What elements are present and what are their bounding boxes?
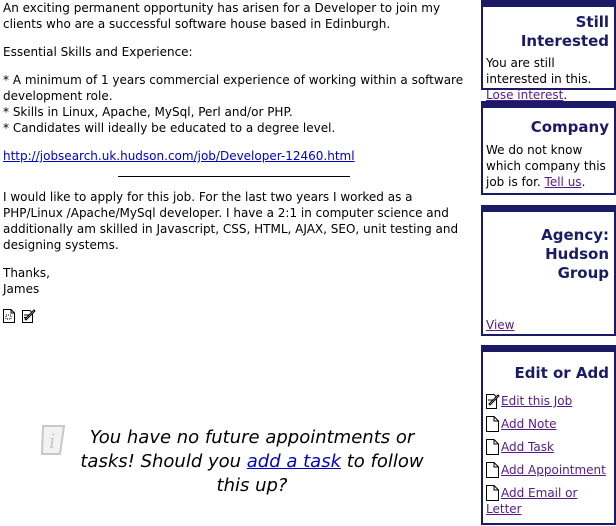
document-icon xyxy=(486,416,500,432)
add-task-sidebar-link[interactable]: Add Task xyxy=(501,439,554,455)
edit-job-action[interactable]: Edit this Job xyxy=(486,393,611,409)
edit-document-icon xyxy=(486,393,500,409)
view-agency-link[interactable]: View xyxy=(486,318,514,332)
add-appointment-action[interactable]: Add Appointment xyxy=(486,462,611,478)
document-icon xyxy=(486,462,500,478)
company-panel: Company We do not know which company thi… xyxy=(481,101,616,195)
punctuation: . xyxy=(581,175,586,189)
panel-title: Edit or Add xyxy=(514,364,609,382)
signoff: Thanks, xyxy=(3,266,50,280)
interest-status-text: You are still interested in this. xyxy=(486,56,592,86)
panel-title: Company xyxy=(530,118,609,136)
job-intro: An exciting permanent opportunity has ar… xyxy=(3,1,441,31)
document-icon xyxy=(486,485,500,501)
punctuation: . xyxy=(563,88,568,102)
edit-job-link[interactable]: Edit this Job xyxy=(501,393,572,409)
application-note: I would like to apply for this job. For … xyxy=(3,190,459,252)
skill-bullet: * Candidates will ideally be educated to… xyxy=(3,121,336,135)
add-note-link[interactable]: Add Note xyxy=(501,416,556,432)
divider xyxy=(118,176,350,177)
add-appointment-link[interactable]: Add Appointment xyxy=(501,462,606,478)
lose-interest-link[interactable]: Lose interest xyxy=(486,88,563,102)
agency-panel: Agency: Hudson Group View xyxy=(481,205,616,336)
svg-text:i: i xyxy=(49,429,55,453)
skill-bullet: * A minimum of 1 years commercial experi… xyxy=(3,73,464,103)
job-link[interactable]: http://jobsearch.uk.hudson.com/job/Devel… xyxy=(3,149,355,163)
panel-header-bar xyxy=(483,347,614,352)
add-task-link[interactable]: add a task xyxy=(247,451,341,472)
panel-header-bar xyxy=(483,207,614,212)
view-document-icon[interactable] xyxy=(3,309,15,323)
notice-text: You have no future appointments or tasks… xyxy=(64,426,440,498)
panel-title: Agency: Hudson Group xyxy=(541,226,609,282)
panel-header-bar xyxy=(483,2,614,7)
add-note-action[interactable]: Add Note xyxy=(486,416,611,432)
add-task-action[interactable]: Add Task xyxy=(486,439,611,455)
document-icon xyxy=(486,439,500,455)
tell-us-link[interactable]: Tell us xyxy=(545,175,582,189)
panel-title: Still Interested xyxy=(520,13,609,50)
skill-bullet: * Skills in Linux, Apache, MySql, Perl a… xyxy=(3,105,293,119)
add-email-action[interactable]: Add Email or Letter xyxy=(486,485,611,517)
signature-name: James xyxy=(3,282,40,296)
skills-heading: Essential Skills and Experience: xyxy=(3,45,193,59)
panel-header-bar xyxy=(483,103,614,108)
edit-or-add-panel: Edit or Add Edit this Job Add Note Add T… xyxy=(481,345,616,525)
main-content: An exciting permanent opportunity has ar… xyxy=(3,0,468,323)
still-interested-panel: Still Interested You are still intereste… xyxy=(481,0,616,102)
edit-document-icon[interactable] xyxy=(22,309,36,323)
